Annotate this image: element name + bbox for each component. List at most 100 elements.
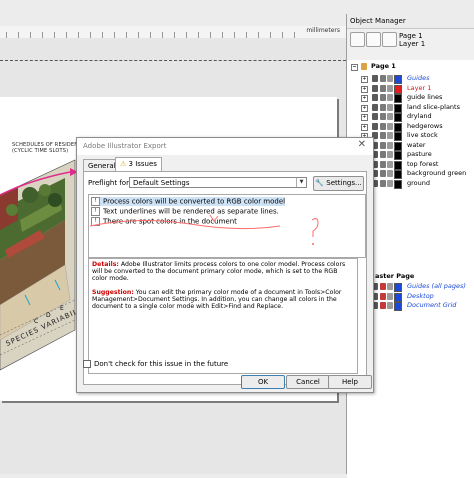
edit-across-layers-icon[interactable]: [382, 32, 397, 47]
pencil-icon[interactable]: [387, 292, 393, 300]
expand-icon[interactable]: +: [361, 95, 368, 102]
layer-row[interactable]: + land slice-plants: [347, 103, 474, 113]
cancel-button[interactable]: Cancel: [286, 375, 330, 389]
help-button[interactable]: Help: [328, 375, 372, 389]
collapse-icon[interactable]: −: [351, 64, 358, 71]
pencil-icon[interactable]: [387, 84, 393, 92]
dont-check-option[interactable]: Don't check for this issue in the future: [83, 360, 228, 368]
layer-name: land slice-plants: [407, 102, 460, 111]
printer-icon[interactable]: [380, 132, 386, 139]
pencil-icon[interactable]: [387, 122, 393, 130]
printer-icon[interactable]: [380, 160, 386, 168]
grid-letter-d: D: [46, 312, 51, 319]
schedule-caption: SCHEDULES OF RESIDEN (CYCLIC TIME SLOTS): [12, 142, 78, 154]
printer-icon[interactable]: [380, 151, 386, 158]
eye-icon[interactable]: [372, 113, 378, 120]
eye-icon[interactable]: [372, 84, 378, 92]
master-layer-name: Desktop: [407, 291, 434, 300]
warning-icon: !: [91, 197, 100, 206]
show-properties-icon[interactable]: [350, 32, 365, 47]
layer-row[interactable]: + hedgerows: [347, 122, 474, 132]
issue-item[interactable]: ! Text underlines will be rendered as sep…: [91, 207, 279, 216]
pencil-icon[interactable]: [387, 160, 393, 168]
layer-name: water: [407, 140, 426, 149]
pencil-icon[interactable]: [387, 132, 393, 139]
printer-icon[interactable]: [380, 141, 386, 149]
warning-icon: !: [91, 217, 100, 226]
printer-icon[interactable]: [380, 75, 386, 82]
issue-details-box: Details: Adobe Illustrator limits proces…: [88, 258, 358, 374]
expand-icon[interactable]: +: [361, 123, 368, 131]
issues-tab-panel: Preflight for: Default Settings ▼ 🔧 Sett…: [83, 171, 367, 385]
layer-row[interactable]: + guide lines: [347, 93, 474, 103]
pencil-icon[interactable]: [387, 283, 393, 290]
tab-issues-label: 3 Issues: [128, 160, 157, 168]
layer-name: Layer 1: [407, 83, 432, 92]
tab-issues[interactable]: ⚠ 3 Issues: [115, 157, 162, 172]
printer-icon[interactable]: [380, 103, 386, 111]
current-layer-label: Layer 1: [399, 40, 426, 48]
pencil-icon[interactable]: [387, 302, 393, 309]
pencil-icon[interactable]: [387, 103, 393, 111]
expand-icon[interactable]: +: [361, 85, 368, 93]
pencil-icon[interactable]: [387, 179, 393, 187]
layer-name: background green: [407, 169, 467, 177]
layer-color-swatch: [394, 302, 402, 311]
printer-icon[interactable]: [380, 84, 386, 92]
pencil-icon[interactable]: [387, 170, 393, 177]
pencil-icon[interactable]: [387, 75, 393, 82]
close-icon[interactable]: ✕: [358, 139, 366, 150]
printer-icon[interactable]: [380, 94, 386, 101]
pencil-icon[interactable]: [387, 141, 393, 149]
tree-page1-header[interactable]: − Page 1: [347, 62, 474, 72]
grid-letter-e: E: [60, 305, 64, 312]
printer-disabled-icon[interactable]: [380, 283, 386, 290]
layer-name: pasture: [407, 150, 432, 158]
warning-icon: !: [91, 207, 100, 216]
issue-item[interactable]: ! There are spot colors in the document: [91, 217, 237, 226]
layer-name: ground: [407, 178, 430, 187]
details-text: Adobe Illustrator limits process colors …: [92, 261, 346, 283]
object-manager-title: Object Manager: [347, 14, 474, 29]
layer-name: Guides: [407, 74, 430, 82]
expand-icon[interactable]: +: [361, 104, 368, 112]
printer-icon[interactable]: [380, 179, 386, 187]
master-layer-name: Guides (all pages): [407, 282, 466, 290]
expand-icon[interactable]: +: [361, 76, 368, 83]
printer-icon[interactable]: [380, 170, 386, 177]
warning-icon: ⚠: [120, 160, 127, 168]
ruler-unit-label: millimeters: [306, 27, 340, 34]
pencil-icon[interactable]: [387, 94, 393, 101]
issue-item[interactable]: ! Process colors will be converted to RGB…: [91, 197, 286, 206]
pencil-icon[interactable]: [387, 151, 393, 158]
printer-disabled-icon[interactable]: [380, 302, 386, 309]
layer-name: top forest: [407, 159, 439, 168]
illustrator-export-dialog: Adobe Illustrator Export ✕ General ⚠ 3 I…: [76, 137, 374, 393]
preflight-select[interactable]: Default Settings ▼: [129, 177, 307, 188]
layer-row[interactable]: + Guides: [347, 74, 474, 84]
eye-icon[interactable]: [372, 122, 378, 130]
eye-icon[interactable]: [372, 103, 378, 111]
settings-button[interactable]: 🔧 Settings...: [313, 176, 364, 191]
layer-color-swatch: [394, 179, 402, 189]
suggestion-label: Suggestion:: [92, 288, 134, 296]
printer-icon[interactable]: [380, 122, 386, 130]
printer-icon[interactable]: [380, 113, 386, 120]
details-paragraph: Details: Adobe Illustrator limits proces…: [92, 261, 354, 283]
layer-manager-view-icon[interactable]: [366, 32, 381, 47]
layer-name: guide lines: [407, 93, 443, 101]
page-icon: [361, 63, 367, 70]
expand-icon[interactable]: +: [361, 114, 368, 121]
eye-icon[interactable]: [372, 94, 378, 101]
layer-name: hedgerows: [407, 121, 443, 130]
pencil-icon[interactable]: [387, 113, 393, 120]
current-page-label: Page 1: [399, 32, 423, 40]
ok-button[interactable]: OK: [241, 375, 285, 389]
schedule-caption-line2: (CYCLIC TIME SLOTS): [12, 148, 69, 154]
printer-disabled-icon[interactable]: [380, 292, 386, 300]
layer-name: dryland: [407, 112, 432, 120]
layer-row[interactable]: + dryland: [347, 112, 474, 122]
dont-check-checkbox[interactable]: [83, 360, 91, 368]
layer-row[interactable]: + Layer 1: [347, 84, 474, 94]
eye-icon[interactable]: [372, 75, 378, 82]
